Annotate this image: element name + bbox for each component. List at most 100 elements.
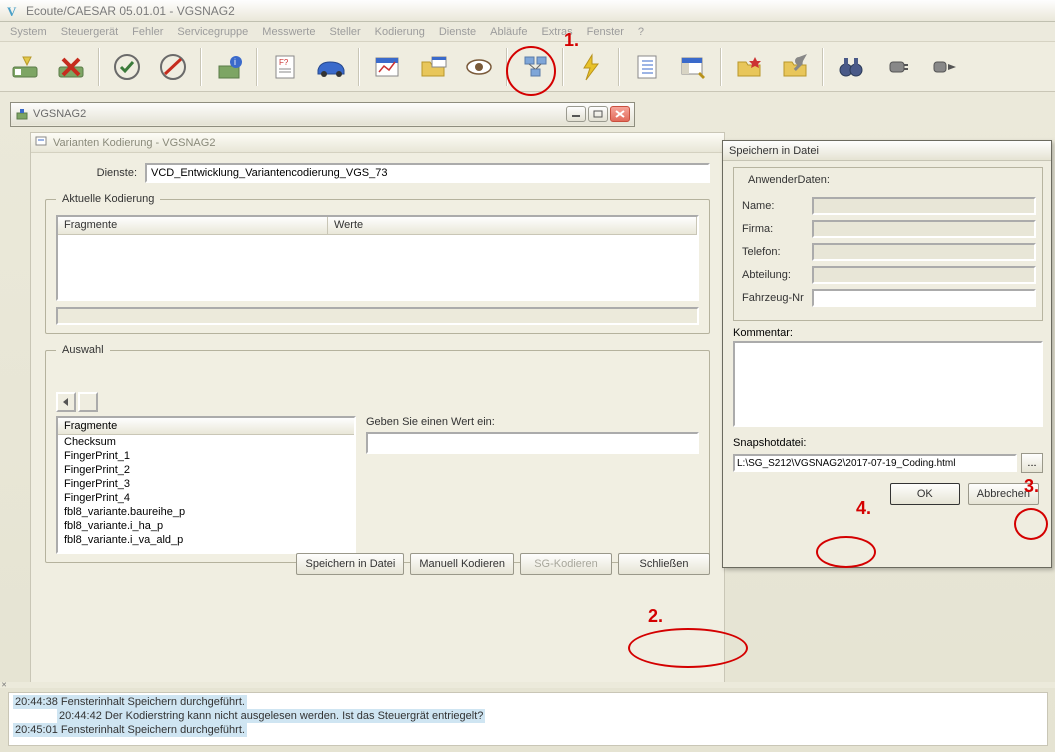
kommentar-label: Kommentar: — [733, 327, 1043, 339]
tool-connect-icon[interactable] — [4, 46, 46, 88]
toolbar-sep — [200, 48, 202, 86]
menu-ablaeufe[interactable]: Abläufe — [484, 24, 533, 40]
titlebar: V Ecoute/CAESAR 05.01.01 - VGSNAG2 — [0, 0, 1055, 22]
spacer-bar — [56, 307, 699, 325]
abbrechen-button[interactable]: Abbrechen — [968, 483, 1039, 505]
menu-dienste[interactable]: Dienste — [433, 24, 482, 40]
anwenderdaten-label: AnwenderDaten: — [744, 174, 834, 186]
app-title: Ecoute/CAESAR 05.01.01 - VGSNAG2 — [26, 4, 235, 18]
tool-car-icon[interactable] — [310, 46, 352, 88]
panel-icon — [35, 135, 47, 150]
menu-fenster[interactable]: Fenster — [581, 24, 630, 40]
name-label: Name: — [742, 200, 812, 212]
list-item[interactable]: FingerPrint_2 — [58, 463, 354, 477]
tool-flash-icon[interactable] — [570, 46, 612, 88]
sg-kodieren-button: SG-Kodieren — [520, 553, 612, 575]
telefon-input[interactable] — [812, 243, 1036, 261]
tool-folderstar-icon[interactable] — [728, 46, 770, 88]
svg-text:V: V — [7, 4, 17, 19]
tool-check-icon[interactable] — [106, 46, 148, 88]
telefon-label: Telefon: — [742, 246, 812, 258]
schliessen-button[interactable]: Schließen — [618, 553, 710, 575]
abteilung-input[interactable] — [812, 266, 1036, 284]
manuell-kodieren-button[interactable]: Manuell Kodieren — [410, 553, 514, 575]
list-item[interactable]: fbl8_variante.i_ha_p — [58, 519, 354, 533]
wert-label: Geben Sie einen Wert ein: — [366, 416, 699, 428]
tool-cancel-icon[interactable] — [152, 46, 194, 88]
menu-fehler[interactable]: Fehler — [126, 24, 169, 40]
auswahl-top-spacer — [56, 366, 699, 386]
menu-extras[interactable]: Extras — [535, 24, 578, 40]
tool-plug-arrow-icon[interactable] — [922, 46, 964, 88]
child-titlebar[interactable]: VGSNAG2 — [11, 103, 634, 125]
toolbar-sep — [256, 48, 258, 86]
menu-servicegruppe[interactable]: Servicegruppe — [171, 24, 254, 40]
menu-steller[interactable]: Steller — [323, 24, 366, 40]
tool-script-icon[interactable]: F? — [264, 46, 306, 88]
ok-button[interactable]: OK — [890, 483, 960, 505]
menu-system[interactable]: System — [4, 24, 53, 40]
close-button[interactable] — [610, 106, 630, 122]
varianten-kodierung-panel: Varianten Kodierung - VGSNAG2 Dienste: V… — [30, 132, 725, 687]
aktuelle-kodierung-group: Aktuelle Kodierung Fragmente Werte — [45, 193, 710, 334]
app-root: V Ecoute/CAESAR 05.01.01 - VGSNAG2 Syste… — [0, 0, 1055, 752]
list-item[interactable]: fbl8_variante.baureihe_p — [58, 505, 354, 519]
tool-folder-gauge-icon[interactable] — [412, 46, 454, 88]
auswahl-legend: Auswahl — [56, 344, 110, 356]
anwenderdaten-group: AnwenderDaten: Name: Firma: Telefon: Abt… — [733, 167, 1043, 321]
col-werte[interactable]: Werte — [328, 217, 697, 234]
list-item[interactable]: FingerPrint_1 — [58, 449, 354, 463]
tool-ecuinfo-icon[interactable]: i — [208, 46, 250, 88]
log-line-1: 20:44:38 Fensterinhalt Speichern durchge… — [13, 695, 247, 709]
fahrzeugnr-input[interactable] — [812, 289, 1036, 307]
dialog-title[interactable]: Speichern in Datei — [723, 141, 1051, 161]
tool-plug-icon[interactable] — [876, 46, 918, 88]
list-item[interactable]: FingerPrint_4 — [58, 491, 354, 505]
menubar: System Steuergerät Fehler Servicegruppe … — [0, 22, 1055, 42]
tool-binoculars-icon[interactable] — [830, 46, 872, 88]
speichern-in-datei-button[interactable]: Speichern in Datei — [296, 553, 404, 575]
log-area[interactable]: 20:44:38 Fensterinhalt Speichern durchge… — [8, 692, 1048, 746]
name-input[interactable] — [812, 197, 1036, 215]
inner-title: Varianten Kodierung - VGSNAG2 — [53, 137, 215, 149]
tool-disconnect-icon[interactable] — [50, 46, 92, 88]
toolbar-sep — [618, 48, 620, 86]
dienste-label: Dienste: — [45, 167, 145, 179]
scroll-end-button[interactable] — [78, 392, 98, 412]
list-item[interactable]: fbl8_variante.i_va_ald_p — [58, 533, 354, 547]
kommentar-textarea[interactable] — [733, 341, 1043, 427]
auswahl-group: Auswahl Fragmente ChecksumFingerPrint_1F… — [45, 344, 710, 563]
list-item[interactable]: Checksum — [58, 435, 354, 449]
menu-help[interactable]: ? — [632, 24, 650, 40]
menu-steuergeraet[interactable]: Steuergerät — [55, 24, 124, 40]
col-fragmente[interactable]: Fragmente — [58, 217, 328, 234]
tool-tableedit-icon[interactable] — [672, 46, 714, 88]
fragmente-listbox[interactable]: Fragmente ChecksumFingerPrint_1FingerPri… — [56, 416, 356, 554]
dienste-field[interactable]: VCD_Entwicklung_Variantencodierung_VGS_7… — [145, 163, 710, 183]
scroll-left-button[interactable] — [56, 392, 76, 412]
tool-gauge-icon[interactable] — [366, 46, 408, 88]
tool-doclist-icon[interactable] — [626, 46, 668, 88]
tool-tree-icon[interactable] — [514, 46, 556, 88]
tool-eye-icon[interactable] — [458, 46, 500, 88]
log-splitter[interactable]: ✕ — [0, 682, 1055, 688]
tool-tools-icon[interactable] — [774, 46, 816, 88]
grip-icon: ✕ — [0, 682, 8, 688]
maximize-button[interactable] — [588, 106, 608, 122]
toolbar-sep — [98, 48, 100, 86]
toolbar-sep — [506, 48, 508, 86]
fragmente-list-header[interactable]: Fragmente — [58, 418, 354, 435]
log-line-2: 20:44:42 Der Kodierstring kann nicht aus… — [57, 709, 485, 723]
wert-input[interactable] — [366, 432, 699, 454]
menu-kodierung[interactable]: Kodierung — [369, 24, 431, 40]
kodierung-table[interactable]: Fragmente Werte — [56, 215, 699, 301]
browse-button[interactable]: ... — [1021, 453, 1043, 473]
list-item[interactable]: FingerPrint_3 — [58, 477, 354, 491]
menu-messwerte[interactable]: Messwerte — [256, 24, 321, 40]
firma-input[interactable] — [812, 220, 1036, 238]
minimize-button[interactable] — [566, 106, 586, 122]
snapshot-path-input[interactable]: L:\SG_S212\VGSNAG2\2017-07-19_Coding.htm… — [733, 454, 1017, 472]
abteilung-label: Abteilung: — [742, 269, 812, 281]
toolbar: i F? — [0, 42, 1055, 92]
inner-titlebar: Varianten Kodierung - VGSNAG2 — [31, 133, 724, 153]
